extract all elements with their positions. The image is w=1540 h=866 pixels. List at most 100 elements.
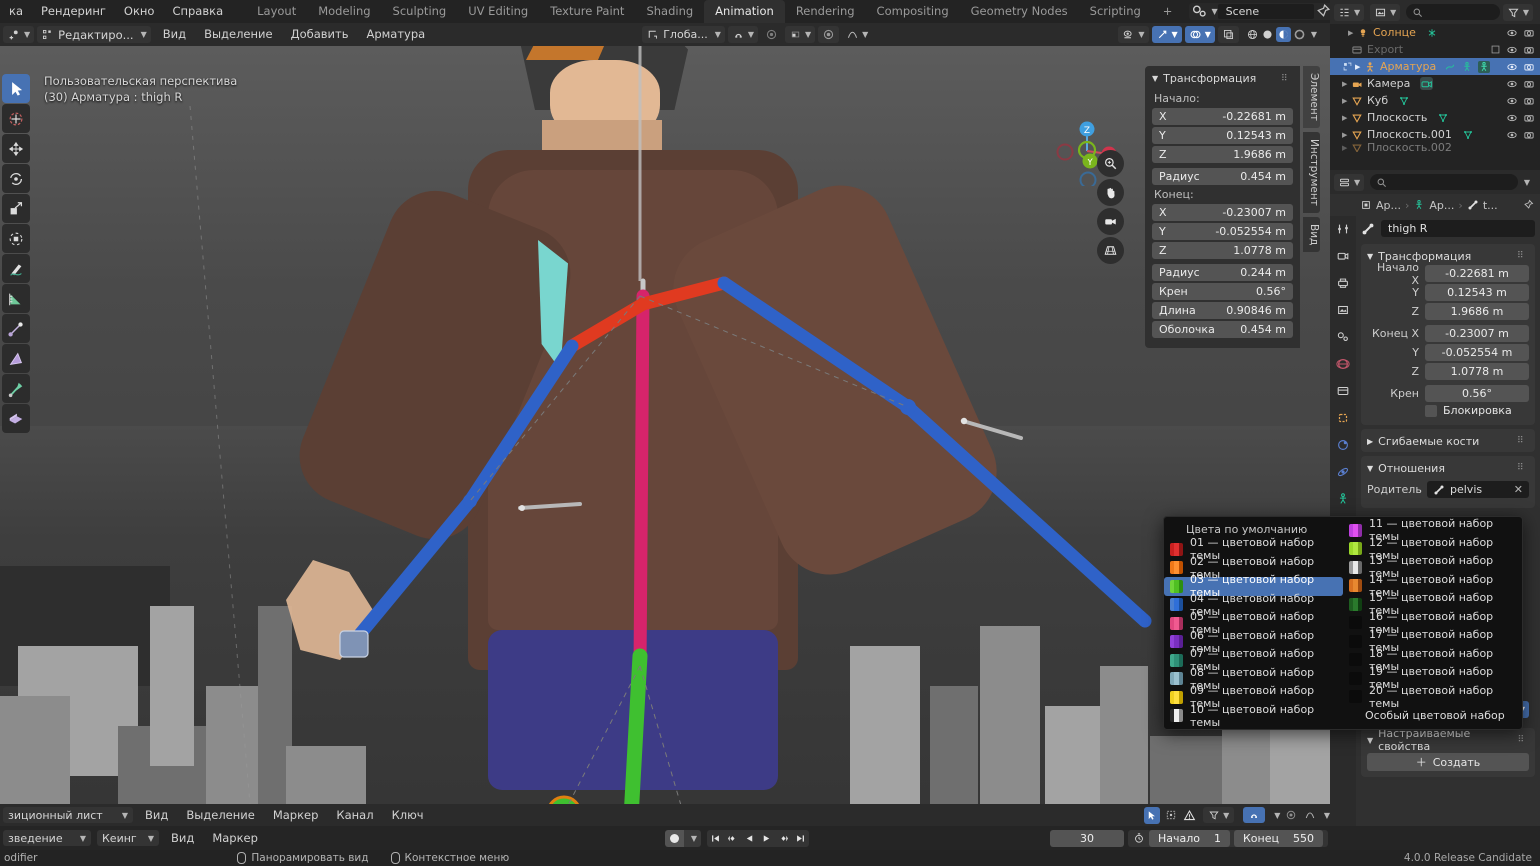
prop-head-x[interactable]: Начало X-0.22681 m	[1367, 265, 1529, 282]
chevron-down-icon[interactable]: ▼	[1367, 464, 1373, 473]
camera-data-icon[interactable]	[1420, 77, 1433, 90]
chevron-down-icon[interactable]: ▼	[1211, 7, 1217, 16]
dopesheet-menu-view[interactable]: Вид	[136, 808, 177, 822]
tool-move[interactable]	[2, 134, 30, 163]
collection-tab[interactable]	[1333, 381, 1353, 401]
camera-render-icon[interactable]	[1523, 95, 1535, 107]
timeline-menu-view[interactable]: Вид	[162, 831, 203, 845]
workspace-tab-uv-editing[interactable]: UV Editing	[457, 0, 539, 23]
prop-value[interactable]: 0.12543 m	[1425, 284, 1529, 301]
xray-toggle[interactable]	[1218, 26, 1239, 43]
keying-interpolation-button[interactable]: ▼	[842, 26, 872, 43]
transform-orientation-selector[interactable]: Глоба... ▼	[642, 26, 725, 43]
outliner-row-toggles[interactable]	[1490, 44, 1540, 56]
head-x-value[interactable]: -0.22681 m	[1222, 110, 1286, 123]
tail-x-row[interactable]: X-0.23007 m	[1152, 204, 1293, 221]
tail-z-value[interactable]: 1.0778 m	[1233, 244, 1286, 257]
drag-grip-icon[interactable]: ⠿	[1517, 253, 1529, 259]
tool-bone-roll[interactable]	[2, 344, 30, 373]
outliner[interactable]: ▼ ▼ ▼ ▶ Солнце	[1330, 0, 1540, 170]
outliner-filter-button[interactable]: ▼	[1503, 4, 1533, 21]
workspace-tab-rendering[interactable]: Rendering	[785, 0, 866, 23]
envelope-value[interactable]: 0.454 m	[1240, 323, 1286, 336]
menu-render[interactable]: Рендеринг	[32, 0, 115, 23]
chevron-down-icon[interactable]: ▼	[1324, 811, 1330, 820]
select-cursor-icon[interactable]	[1144, 807, 1160, 824]
visibility-selector[interactable]: ▼	[1118, 26, 1148, 43]
disclosure-triangle-icon[interactable]: ▶	[1342, 131, 1351, 139]
checkbox-icon[interactable]	[1490, 44, 1501, 56]
camera-render-icon[interactable]	[1523, 129, 1535, 141]
disclosure-triangle-icon[interactable]: ▶	[1342, 114, 1351, 122]
tail-x-value[interactable]: -0.23007 m	[1222, 206, 1286, 219]
dopesheet-menu-key[interactable]: Ключ	[383, 808, 433, 822]
timeline-mode-selector[interactable]: зведение ▼	[3, 830, 91, 846]
play-reverse-button[interactable]	[741, 830, 758, 847]
prev-keyframe-button[interactable]	[724, 830, 741, 847]
proportional-edit-icon[interactable]	[1163, 807, 1179, 824]
falloff-curve-icon[interactable]	[1302, 807, 1318, 824]
tool-annotate[interactable]	[2, 254, 30, 283]
tool-tweak[interactable]	[2, 74, 30, 103]
snap-magnet-button[interactable]: ▼	[728, 26, 758, 43]
outliner-editor-type[interactable]: ▼	[1334, 4, 1364, 21]
workspace-tab-compositing[interactable]: Compositing	[866, 0, 960, 23]
menu-edit[interactable]: ка	[0, 0, 32, 23]
restrict-select-icon[interactable]	[1342, 61, 1353, 72]
disclosure-triangle-icon[interactable]: ▶	[1342, 144, 1351, 152]
prop-tail-z[interactable]: Z1.0778 m	[1367, 363, 1529, 380]
eye-icon[interactable]	[1506, 129, 1518, 141]
tool-tab[interactable]	[1333, 219, 1353, 239]
prop-value[interactable]: -0.23007 m	[1425, 325, 1529, 342]
chevron-down-icon[interactable]: ▼	[1311, 30, 1317, 39]
pan-hand-icon[interactable]	[1097, 179, 1124, 206]
envelope-row[interactable]: Оболочка0.454 m	[1152, 321, 1293, 338]
current-frame-field[interactable]: 30	[1050, 830, 1124, 847]
frame-end-field[interactable]: Конец 550	[1234, 830, 1323, 847]
viewport-menu-select[interactable]: Выделение	[195, 23, 282, 46]
gizmo-toggle[interactable]: ▼	[1152, 26, 1182, 43]
outliner-row-cube[interactable]: ▶ Куб	[1330, 92, 1540, 109]
shading-modes[interactable]: ▼	[1242, 26, 1321, 43]
head-radius-value[interactable]: 0.454 m	[1240, 170, 1286, 183]
lock-checkbox-row[interactable]: Блокировка	[1425, 404, 1529, 417]
chevron-down-icon[interactable]: ▼	[1367, 736, 1373, 745]
n-panel[interactable]: ▼ Трансформация ⠿ Начало: X-0.22681 m Y0…	[1145, 66, 1300, 348]
drag-grip-icon[interactable]: ⠿	[1517, 438, 1529, 444]
bone-color-dropdown-menu[interactable]: Цвета по умолчанию 01 — цветовой набор т…	[1163, 516, 1523, 730]
menu-help[interactable]: Справка	[163, 0, 232, 23]
object-data-tab[interactable]	[1333, 489, 1353, 509]
camera-render-icon[interactable]	[1523, 61, 1535, 73]
workspace-tab-shading[interactable]: Shading	[635, 0, 704, 23]
outliner-row-toggles[interactable]	[1506, 61, 1540, 73]
chevron-right-icon[interactable]: ▶	[1367, 437, 1373, 446]
mode-selector[interactable]: Редактиро... ▼	[37, 26, 151, 43]
parent-row[interactable]: Родитель pelvis ✕	[1367, 481, 1529, 498]
proportional-toggle-icon[interactable]	[1283, 807, 1299, 824]
workspace-tab-add[interactable]: +	[1152, 0, 1184, 23]
tool-transform[interactable]	[2, 224, 30, 253]
disclosure-triangle-icon[interactable]: ▶	[1342, 80, 1351, 88]
shading-wireframe-icon[interactable]	[1246, 28, 1259, 41]
workspace-tab-sculpting[interactable]: Sculpting	[382, 0, 458, 23]
prop-head-z[interactable]: Z1.9686 m	[1367, 303, 1529, 320]
outliner-row-toggles[interactable]	[1506, 27, 1540, 39]
eye-icon[interactable]	[1506, 44, 1518, 56]
breadcrumb-bone[interactable]: t...	[1483, 199, 1498, 212]
prop-tail-x[interactable]: Конец X-0.23007 m	[1367, 325, 1529, 342]
camera-render-icon[interactable]	[1523, 78, 1535, 90]
lock-checkbox[interactable]	[1425, 405, 1437, 417]
prop-roll[interactable]: Крен0.56°	[1367, 385, 1529, 402]
eye-icon[interactable]	[1506, 95, 1518, 107]
outliner-row-export[interactable]: ▶ Export	[1330, 41, 1540, 58]
workspace-tab-scripting[interactable]: Scripting	[1079, 0, 1152, 23]
tool-measure[interactable]	[2, 284, 30, 313]
color-item-10[interactable]: 10 — цветовой набор темы	[1164, 707, 1343, 726]
head-y-value[interactable]: 0.12543 m	[1226, 129, 1286, 142]
bone-name-value[interactable]: thigh R	[1381, 220, 1535, 237]
outliner-row-plane[interactable]: ▶ Плоскость	[1330, 109, 1540, 126]
prop-value[interactable]: 1.9686 m	[1425, 303, 1529, 320]
editor-type-selector[interactable]: ▼	[3, 26, 34, 43]
custom-props-header[interactable]: ▼ Настраиваемые свойства ⠿	[1361, 731, 1535, 749]
prop-tail-y[interactable]: Y-0.052554 m	[1367, 344, 1529, 361]
